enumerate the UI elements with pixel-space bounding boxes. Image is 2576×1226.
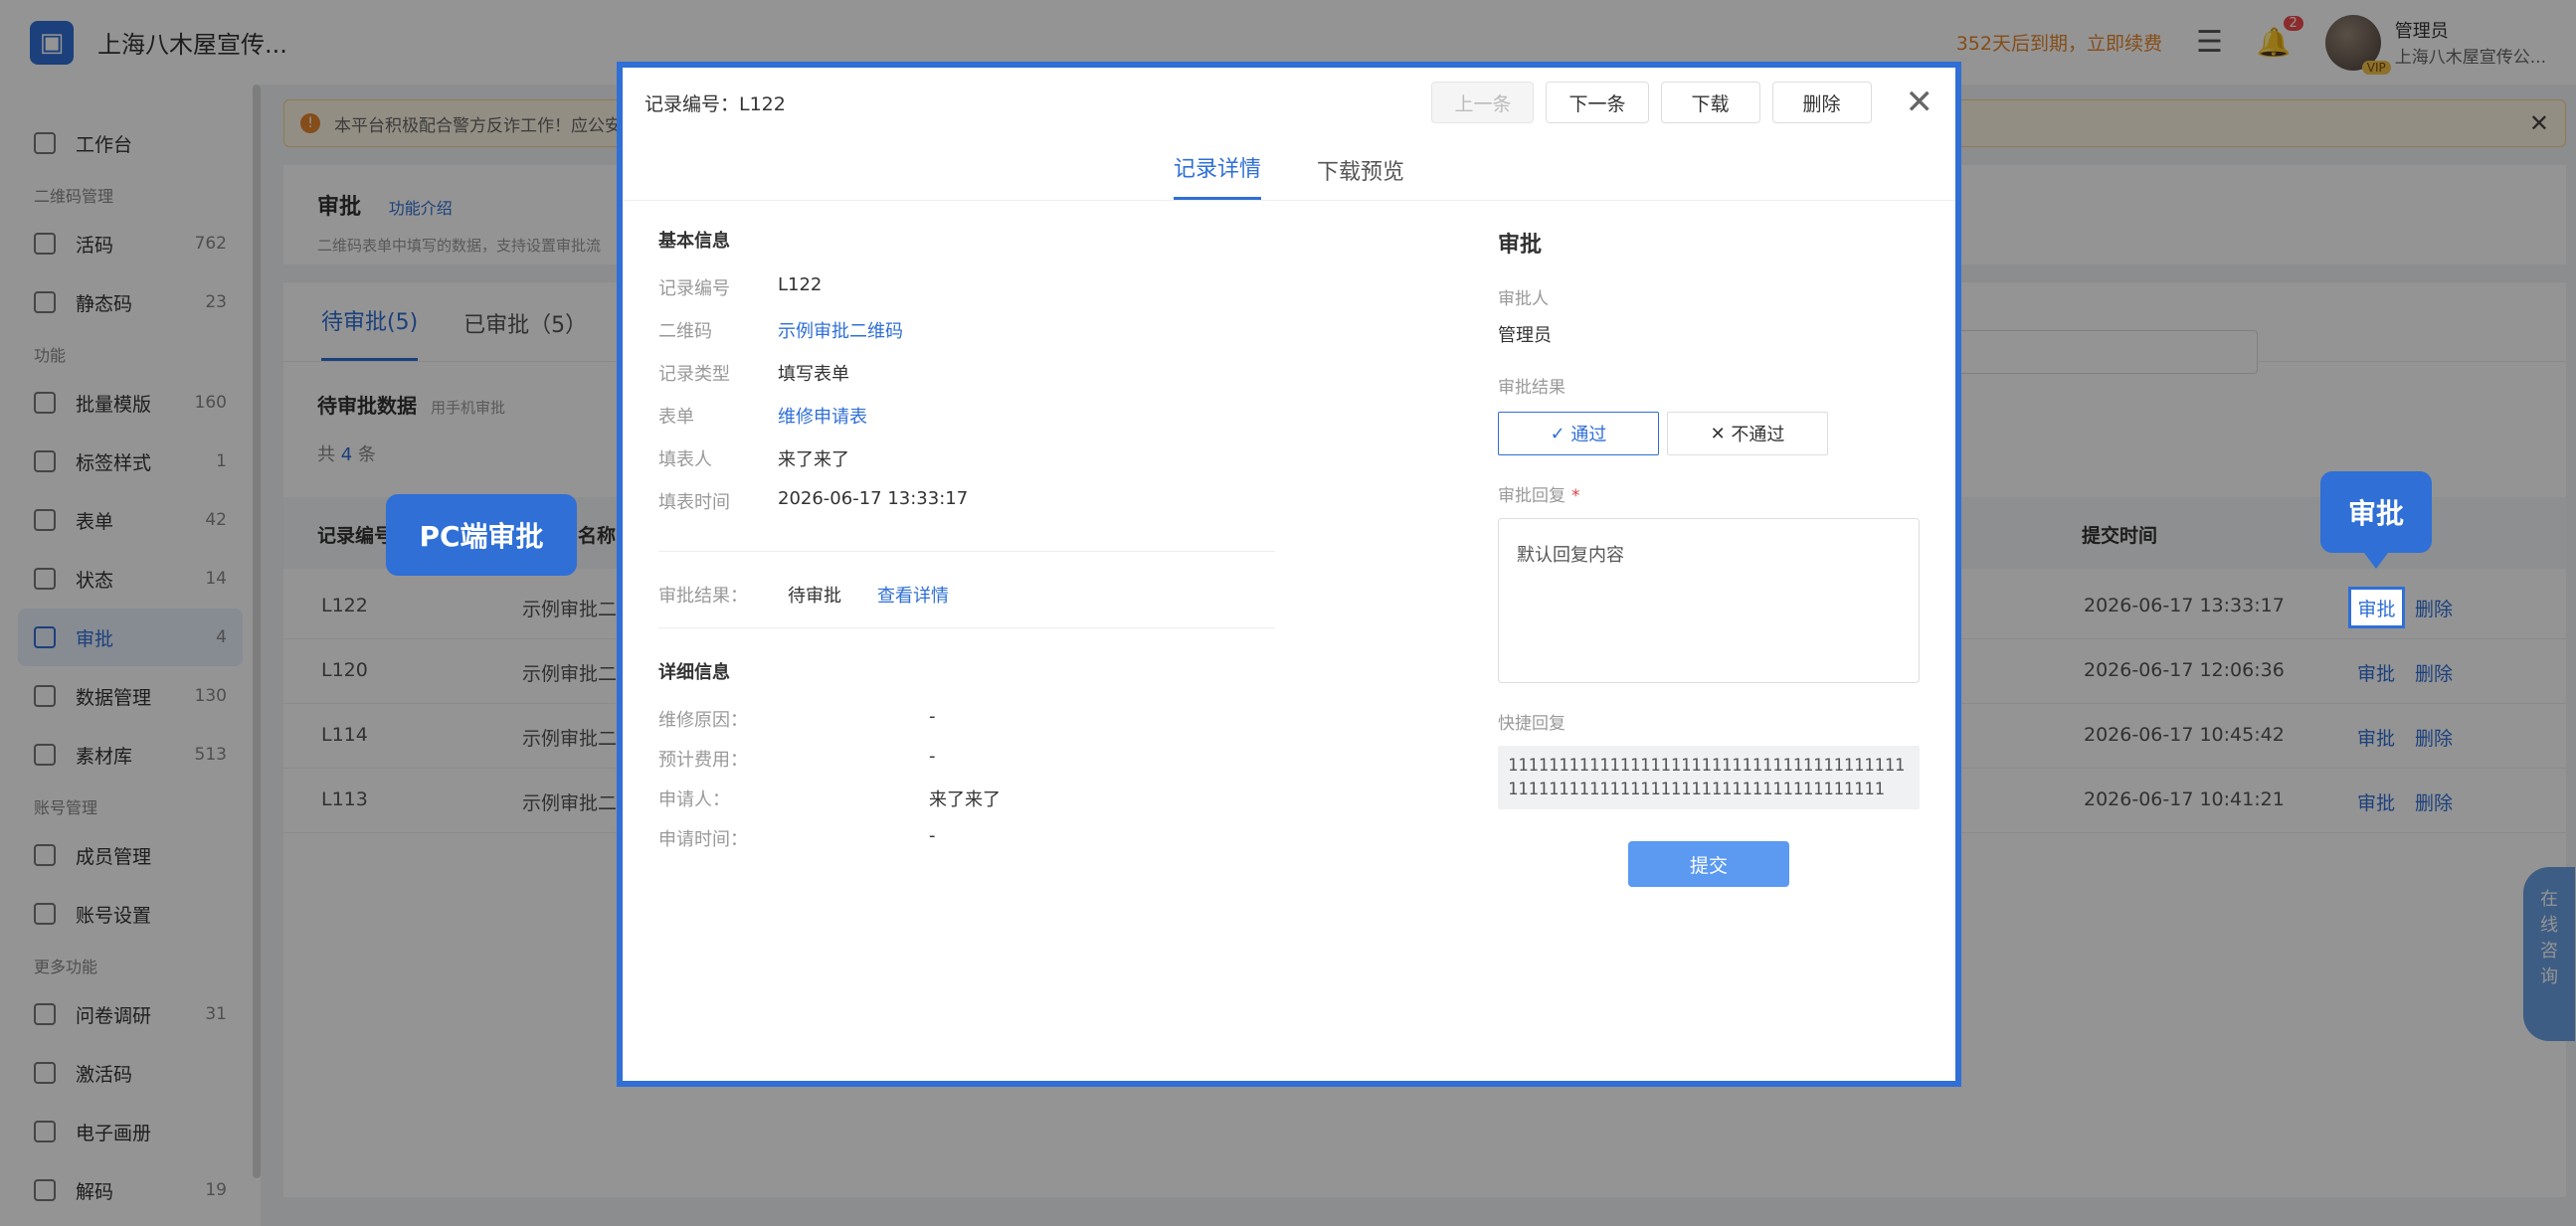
info-value: 填写表单: [778, 364, 849, 385]
required-mark: *: [1571, 486, 1580, 506]
detail-value: -: [929, 746, 936, 767]
result-label: 审批结果: [1498, 378, 1565, 398]
approval-result-value: 待审批: [788, 586, 841, 607]
detail-value: -: [929, 706, 936, 727]
basic-info-title: 基本信息: [658, 231, 730, 252]
detail-key: 申请人：: [658, 789, 730, 810]
info-key: 二维码: [658, 321, 712, 342]
pass-label: 通过: [1570, 425, 1607, 445]
prev-record-button[interactable]: 上一条: [1431, 82, 1535, 123]
approval-panel: 审批 审批人 管理员 审批结果 ✓ 通过 ✕ 不通过 审批回复 * 默认回复内容 …: [1498, 227, 1920, 887]
detail-info-row: 申请时间： -: [658, 825, 1275, 865]
next-record-button[interactable]: 下一条: [1546, 82, 1649, 123]
highlighted-approve-button[interactable]: 审批: [2348, 587, 2405, 628]
info-value: 2026-06-17 13:33:17: [778, 488, 969, 509]
approval-result-row: 审批结果： 待审批 查看详情: [658, 582, 1275, 608]
approve-callout: 审批: [2320, 471, 2432, 569]
info-value: L122: [778, 274, 823, 295]
info-key: 表单: [658, 407, 694, 428]
basic-info-row: 表单 维修申请表: [658, 403, 1275, 445]
pass-button[interactable]: ✓ 通过: [1498, 412, 1659, 455]
modal-tabs: 记录详情 下载预览: [623, 137, 1955, 201]
info-value[interactable]: 维修申请表: [778, 403, 867, 429]
reply-label-text: 审批回复: [1498, 486, 1565, 506]
close-icon[interactable]: ✕: [1906, 83, 1934, 122]
basic-info-row: 记录编号 L122: [658, 274, 1275, 317]
record-detail-modal: 记录编号：L122 上一条 下一条 下载 删除 ✕ 记录详情 下载预览 基本信息…: [617, 62, 1961, 1087]
basic-info-row: 记录类型 填写表单: [658, 360, 1275, 403]
basic-info-row: 填表人 来了来了: [658, 445, 1275, 488]
approver-label: 审批人: [1498, 289, 1549, 309]
view-detail-link[interactable]: 查看详情: [877, 582, 949, 608]
info-key: 记录类型: [658, 364, 730, 385]
detail-info-row: 维修原因： -: [658, 706, 1275, 746]
reject-button[interactable]: ✕ 不通过: [1667, 412, 1828, 455]
detail-info-row: 申请人： 来了来了: [658, 786, 1275, 825]
delete-button[interactable]: 删除: [1771, 82, 1872, 123]
record-info-panel: 基本信息 记录编号 L122 二维码 示例审批二维码记录类型 填写表单表单 维修申请表填表…: [658, 227, 1275, 865]
reply-textarea[interactable]: 默认回复内容: [1498, 518, 1920, 683]
basic-info-row: 二维码 示例审批二维码: [658, 317, 1275, 360]
submit-button[interactable]: 提交: [1628, 841, 1789, 887]
info-value[interactable]: 示例审批二维码: [778, 317, 903, 343]
info-value: 来了来了: [778, 449, 849, 470]
modal-record-no: 记录编号：L122: [644, 92, 786, 115]
modal-toolbar: 记录编号：L122 上一条 下一条 下载 删除 ✕: [623, 68, 1955, 137]
detail-value: -: [929, 825, 936, 846]
detail-value: 来了来了: [929, 789, 1001, 810]
info-key: 填表人: [658, 449, 712, 470]
quick-reply-option[interactable]: 1111111111111111111111111111111111111111…: [1498, 746, 1920, 809]
divider: [658, 627, 1275, 628]
approver-value: 管理员: [1498, 325, 1552, 346]
approval-title: 审批: [1498, 233, 1543, 258]
detail-info-title: 详细信息: [658, 662, 730, 683]
pc-approve-callout: PC端审批: [386, 494, 577, 576]
modal-buttons: 上一条 下一条 下载 删除 ✕: [1431, 82, 1933, 123]
detail-key: 预计费用：: [658, 750, 748, 771]
detail-info-row: 预计费用： -: [658, 746, 1275, 786]
download-button[interactable]: 下载: [1660, 82, 1760, 123]
info-key: 记录编号: [658, 278, 730, 299]
reply-label: 审批回复 *: [1498, 481, 1920, 506]
info-key: 填表时间: [658, 492, 730, 513]
tab-download-preview[interactable]: 下载预览: [1317, 154, 1404, 200]
reject-label: 不通过: [1731, 425, 1785, 445]
divider: [658, 551, 1275, 552]
basic-info-row: 填表时间 2026-06-17 13:33:17: [658, 488, 1275, 531]
quick-reply-label: 快捷回复: [1498, 714, 1565, 734]
result-toggle: ✓ 通过 ✕ 不通过: [1498, 412, 1920, 455]
tab-record-detail[interactable]: 记录详情: [1173, 151, 1261, 200]
detail-key: 维修原因：: [658, 710, 748, 731]
check-icon: ✓: [1550, 423, 1571, 444]
x-icon: ✕: [1710, 423, 1732, 444]
approval-result-label: 审批结果：: [658, 586, 748, 607]
detail-key: 申请时间：: [658, 829, 748, 850]
